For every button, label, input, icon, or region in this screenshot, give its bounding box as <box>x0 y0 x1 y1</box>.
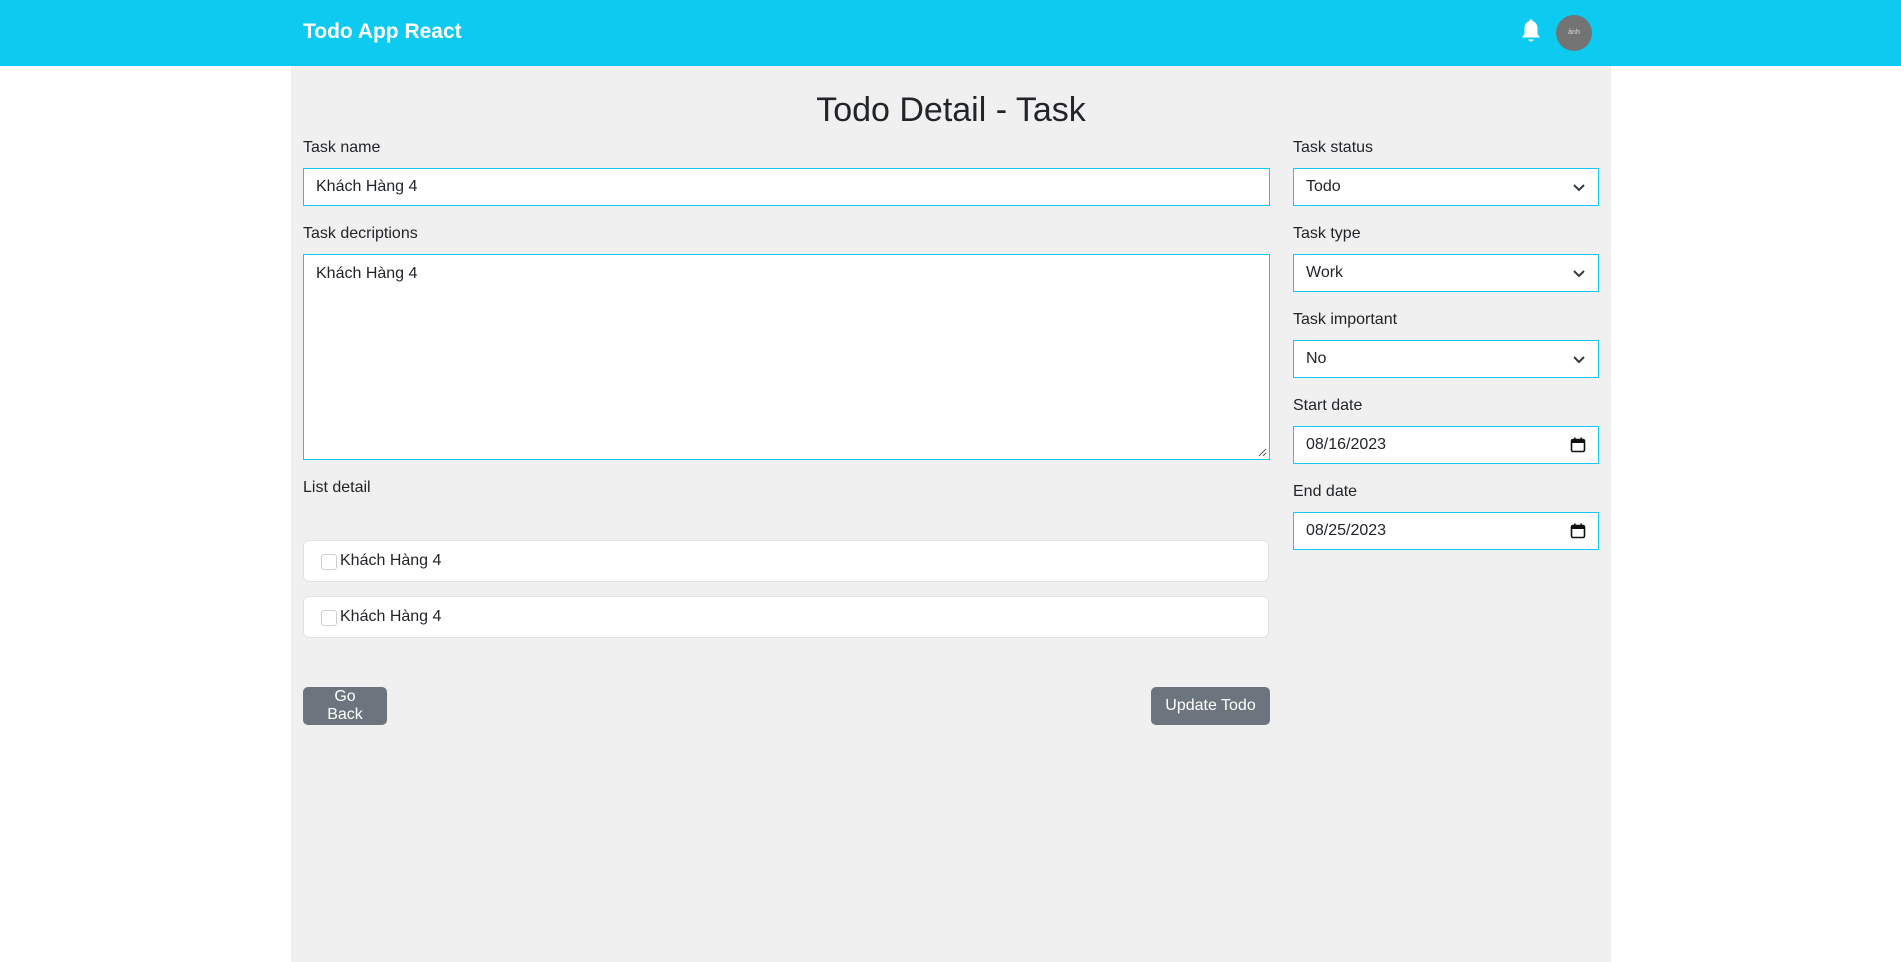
task-status-select[interactable]: Todo <box>1293 168 1599 206</box>
list-item-label: Khách Hàng 4 <box>340 608 442 625</box>
task-type-value: Work <box>1306 264 1344 281</box>
list-item: Khách Hàng 4 <box>303 596 1269 638</box>
user-avatar[interactable]: ảnh <box>1556 15 1592 51</box>
description-label: Task decriptions <box>303 225 418 242</box>
main-container: Todo Detail - Task Task name Khách Hàng … <box>291 66 1611 962</box>
list-item-label: Khách Hàng 4 <box>340 552 442 569</box>
task-type-label: Task type <box>1293 225 1361 242</box>
list-item-checkbox[interactable] <box>321 554 337 570</box>
description-textarea[interactable]: Khách Hàng 4 <box>303 254 1270 460</box>
start-date-input[interactable]: 08/16/2023 <box>1293 426 1599 464</box>
description-value: Khách Hàng 4 <box>316 265 418 282</box>
bell-icon[interactable] <box>1519 19 1543 45</box>
task-important-select[interactable]: No <box>1293 340 1599 378</box>
task-important-value: No <box>1306 350 1327 367</box>
calendar-icon[interactable] <box>1570 523 1586 539</box>
task-type-select[interactable]: Work <box>1293 254 1599 292</box>
end-date-label: End date <box>1293 483 1358 500</box>
end-date-value: 08/25/2023 <box>1306 522 1387 539</box>
go-back-button[interactable]: Go Back <box>303 687 387 725</box>
task-status-value: Todo <box>1306 178 1341 195</box>
list-item: Khách Hàng 4 <box>303 540 1269 582</box>
task-status-label: Task status <box>1293 139 1374 156</box>
start-date-label: Start date <box>1293 397 1363 414</box>
end-date-input[interactable]: 08/25/2023 <box>1293 512 1599 550</box>
chevron-down-icon <box>1573 356 1585 364</box>
list-item-checkbox[interactable] <box>321 610 337 626</box>
list-detail-label: List detail <box>303 479 371 496</box>
task-name-value: Khách Hàng 4 <box>316 178 418 195</box>
task-name-label: Task name <box>303 139 381 156</box>
page-title: Todo Detail - Task <box>816 91 1086 129</box>
task-name-input[interactable]: Khách Hàng 4 <box>303 168 1270 206</box>
task-important-label: Task important <box>1293 311 1398 328</box>
update-todo-button[interactable]: Update Todo <box>1151 687 1270 725</box>
chevron-down-icon <box>1573 184 1585 192</box>
resize-grip-icon[interactable] <box>1257 447 1267 457</box>
calendar-icon[interactable] <box>1570 437 1586 453</box>
start-date-value: 08/16/2023 <box>1306 436 1387 453</box>
app-brand[interactable]: Todo App React <box>303 20 462 44</box>
chevron-down-icon <box>1573 270 1585 278</box>
navbar: Todo App React ảnh <box>0 0 1901 66</box>
